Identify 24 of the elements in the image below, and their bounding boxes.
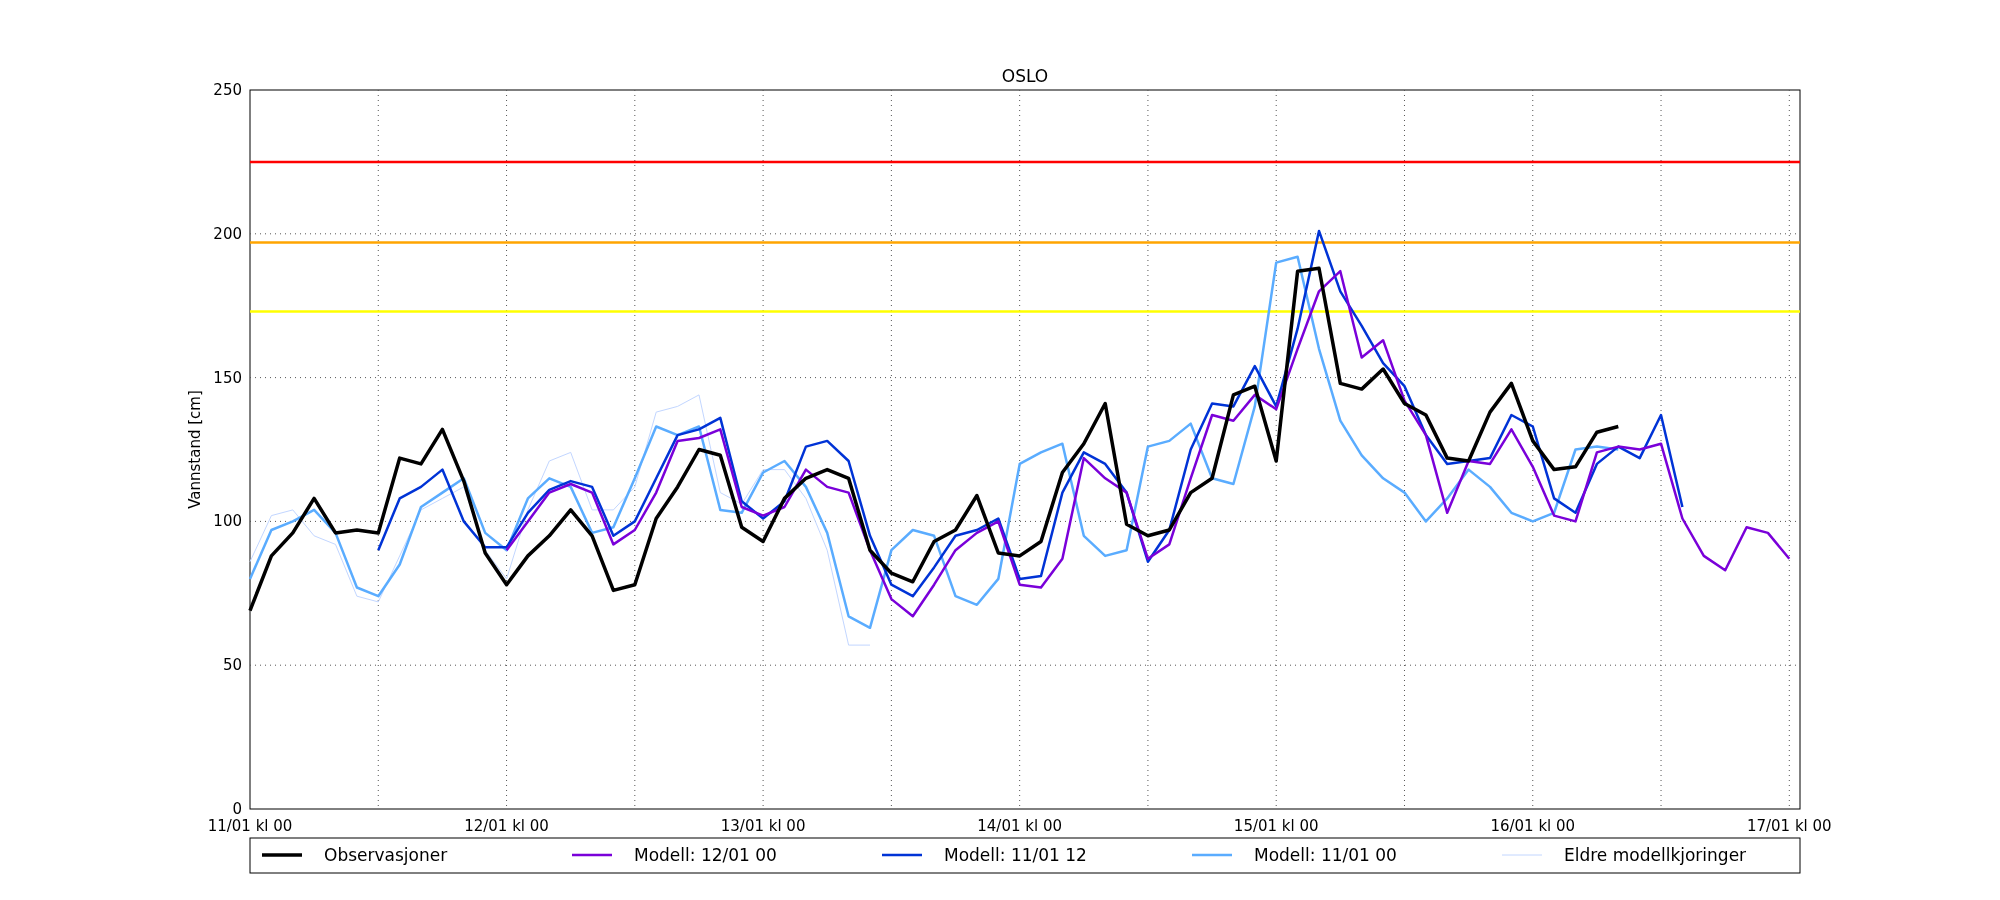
y-tick-label: 100 bbox=[213, 512, 242, 531]
legend-swatch bbox=[262, 853, 302, 857]
x-tick-label: 16/01 kl 00 bbox=[1490, 817, 1576, 835]
y-tick-label: 200 bbox=[213, 224, 242, 243]
legend-label: Modell: 12/01 00 bbox=[634, 845, 777, 865]
y-tick-label: 50 bbox=[222, 656, 242, 675]
y-tick-label: 250 bbox=[213, 81, 242, 99]
x-tick-label: 11/01 kl 00 bbox=[207, 817, 293, 835]
legend-label: Modell: 11/01 12 bbox=[944, 845, 1087, 865]
legend-label: Modell: 11/01 00 bbox=[1254, 845, 1397, 865]
legend-label: Observasjoner bbox=[324, 845, 448, 865]
x-tick-label: 17/01 kl 00 bbox=[1746, 817, 1832, 835]
x-tick-label: 12/01 kl 00 bbox=[464, 817, 549, 835]
legend-swatch bbox=[1192, 853, 1232, 857]
legend-swatch bbox=[572, 853, 612, 857]
x-tick-label: 14/01 kl 00 bbox=[977, 817, 1062, 835]
legend-label: Eldre modellkjoringer bbox=[1564, 845, 1747, 865]
x-tick-label: 13/01 kl 00 bbox=[720, 817, 806, 835]
y-tick-label: 150 bbox=[213, 368, 242, 387]
chart-title: OSLO bbox=[1001, 66, 1049, 86]
y-axis-label: Vannstand [cm] bbox=[186, 390, 204, 509]
legend-swatch bbox=[882, 853, 922, 857]
y-tick-label: 0 bbox=[232, 800, 242, 818]
x-tick-label: 15/01 kl 00 bbox=[1233, 817, 1319, 835]
